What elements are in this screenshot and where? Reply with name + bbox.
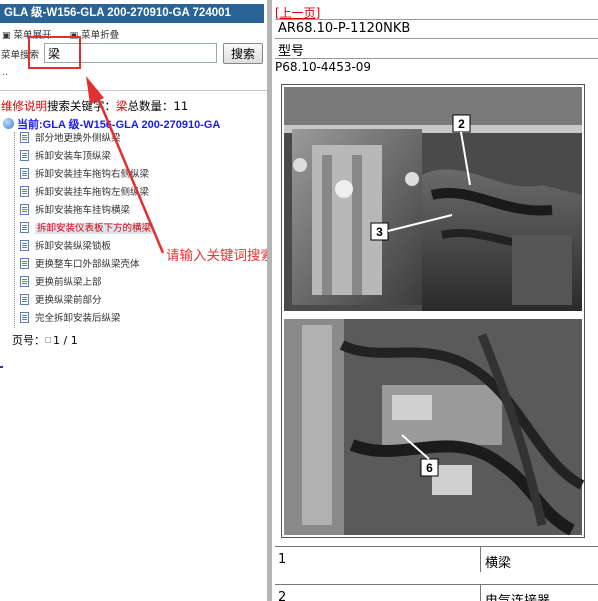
page-label: 页号： [12,334,45,347]
summary-count-label: 总数量： [127,99,174,113]
summary-keyword-label: 搜索关键字： [47,99,116,113]
repair-photo-image: 2 3 6 [282,87,585,536]
search-summary: 维修说明搜索关键字：梁总数量：11 [1,98,188,114]
figure-id: P68.10-4453-09 [275,60,372,74]
summary-prefix: 维修说明 [1,99,47,113]
globe-icon [3,118,14,129]
divider [275,19,598,20]
search-highlight-box [28,36,81,69]
part-number: 1 [278,552,287,567]
vehicle-title-bar: GLA 级-W156-GLA 200-270910-GA 724001 [0,4,264,23]
tree-item-label: 拆卸安装纵梁锁板 [35,241,112,252]
page-box-icon [45,337,51,343]
tree-item-label: 拆卸安装拖车挂钩横梁 [35,205,131,216]
tree-item[interactable]: 拆卸安装纵梁锁板 [20,238,111,255]
left-pane: GLA 级-W156-GLA 200-270910-GA 724001 ▣ 菜单展… [0,0,267,601]
tree-item[interactable]: 拆卸安装拖车挂钩横梁 [20,202,130,219]
document-icon [20,150,29,161]
expand-icon: ▣ [2,31,11,41]
part-number: 2 [278,590,287,601]
divider [275,58,598,59]
tree-connector [14,132,15,328]
collapse-menu-label: 菜单折叠 [81,30,120,41]
tree-item-label: 更换纵梁前部分 [35,295,102,306]
tree-item-label: 拆卸安装挂车拖钩左侧纵梁 [35,187,150,198]
repair-photo: 2 3 6 [281,84,585,538]
document-icon [20,294,29,305]
link-dot[interactable] [0,366,3,368]
tree-item[interactable]: 拆卸安装仪表板下方的横梁 [20,220,154,237]
page-indicator: 页号： 1 / 1 [12,332,78,348]
document-id: AR68.10-P-1120NKB [278,21,411,36]
table-row: 2 电气连接器 [275,584,598,601]
tree-item[interactable]: 拆卸安装挂车拖钩左侧纵梁 [20,184,149,201]
table-row: 1 横梁 [275,546,598,572]
tree-item[interactable]: 更换整车口外部纵梁壳体 [20,256,140,273]
divider [0,90,267,91]
summary-keyword: 梁 [116,99,128,113]
model-label: 型号 [278,44,305,59]
tree-item[interactable]: 拆卸安装挂车拖钩右侧纵梁 [20,166,149,183]
tree-item-label: 拆卸安装仪表板下方的横梁 [35,223,154,234]
document-icon [20,168,29,179]
part-name: 横梁 [485,556,512,571]
ellipsis-text: .. [2,67,9,78]
part-name: 电气连接器 [485,590,550,601]
tree-item-label: 拆卸安装车顶纵梁 [35,151,112,162]
tree-item[interactable]: 完全拆卸安装后纵梁 [20,310,121,327]
document-icon [20,240,29,251]
tree-item[interactable]: 部分地更换外侧纵梁 [20,130,121,147]
callout-6: 6 [426,461,433,475]
right-pane: [上一页] AR68.10-P-1120NKB 型号 P68.10-4453-0… [272,0,598,601]
tree-item-label: 拆卸安装挂车拖钩右侧纵梁 [35,169,150,180]
document-icon [20,222,29,233]
tree-item-label: 更换整车口外部纵梁壳体 [35,259,140,270]
tree-item-label: 更换前纵梁上部 [35,277,102,288]
tree-item[interactable]: 更换前纵梁上部 [20,274,102,291]
divider [275,38,598,39]
page-value: 1 / 1 [53,334,78,347]
column-divider [480,547,481,572]
document-icon [20,132,29,143]
tree-item[interactable]: 更换纵梁前部分 [20,292,102,309]
tree-item[interactable]: 拆卸安装车顶纵梁 [20,148,111,165]
summary-count: 11 [173,99,189,113]
column-divider [480,585,481,601]
document-icon [20,204,29,215]
callout-3: 3 [376,225,383,239]
search-button[interactable]: 搜索 [223,43,263,64]
callout-2: 2 [458,117,465,131]
document-icon [20,186,29,197]
tree-item-label: 完全拆卸安装后纵梁 [35,313,121,324]
document-icon [20,258,29,269]
document-icon [20,276,29,287]
annotation-text: 请输入关键词搜索 [166,248,274,264]
tree-item-label: 部分地更换外侧纵梁 [35,133,121,144]
document-icon [20,312,29,323]
